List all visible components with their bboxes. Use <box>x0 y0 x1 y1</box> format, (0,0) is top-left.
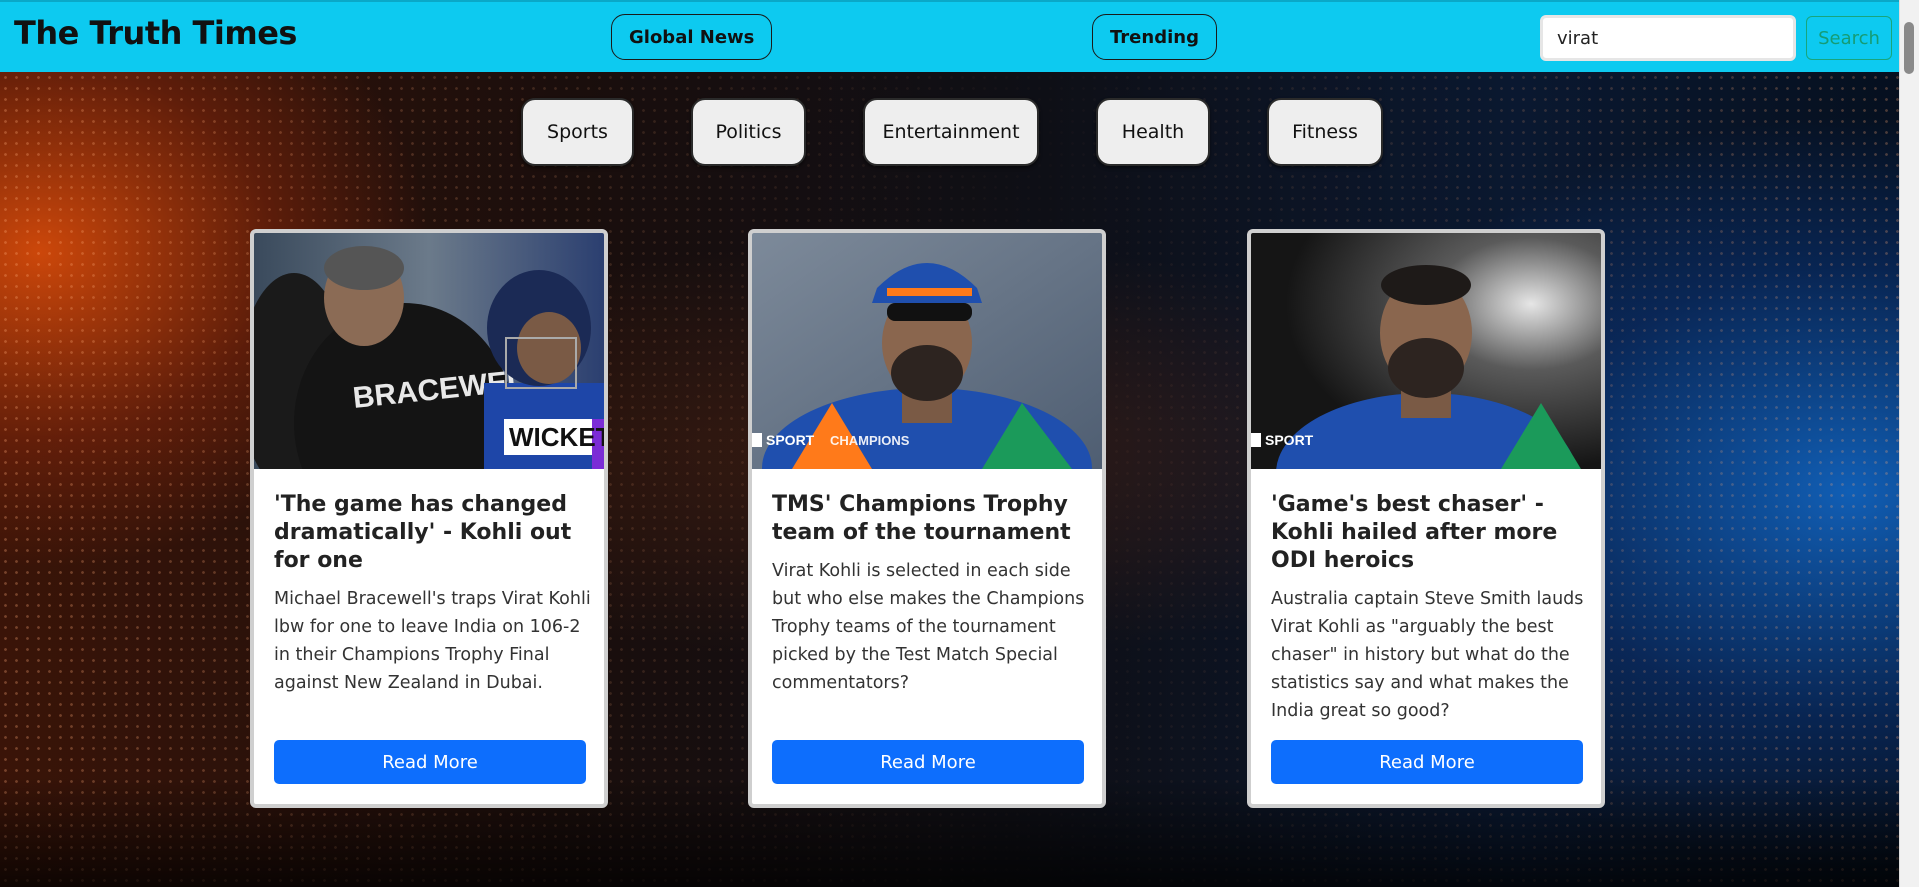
news-card-description: Virat Kohli is selected in each side but… <box>772 561 1085 693</box>
category-sports-button[interactable]: Sports <box>521 98 634 166</box>
bbc-sport-watermark: SPORT <box>1265 432 1314 448</box>
read-more-button[interactable]: Read More <box>274 740 586 784</box>
search-button[interactable]: Search <box>1806 16 1892 60</box>
news-card-title: TMS' Champions Trophy team of the tourna… <box>772 492 1071 545</box>
news-card-description: Michael Bracewell's traps Virat Kohli lb… <box>274 589 591 693</box>
category-health-button[interactable]: Health <box>1096 98 1210 166</box>
wicket-watermark: WICKET <box>509 422 604 452</box>
nav-link-trending[interactable]: Trending <box>1092 14 1217 60</box>
search-input[interactable] <box>1540 15 1796 61</box>
news-card-image: BRACEWELL WICKET <box>254 233 604 469</box>
news-card-title: 'The game has changed dramatically' - Ko… <box>274 492 572 573</box>
news-card-title: 'Game's best chaser' - Kohli hailed afte… <box>1271 492 1558 573</box>
svg-text:CHAMPIONS: CHAMPIONS <box>830 433 910 448</box>
category-politics-button[interactable]: Politics <box>691 98 806 166</box>
scrollbar-thumb[interactable] <box>1904 22 1914 74</box>
category-entertainment-button[interactable]: Entertainment <box>863 98 1039 166</box>
bbc-sport-watermark: SPORT <box>766 432 815 448</box>
news-card-image: SPORT <box>1251 233 1601 469</box>
news-card: SPORT CHAMPIONS TMS' Champions Trophy te… <box>748 229 1106 808</box>
news-card-description: Australia captain Steve Smith lauds Vira… <box>1271 589 1584 721</box>
category-fitness-button[interactable]: Fitness <box>1267 98 1383 166</box>
page-scrollbar[interactable] <box>1899 0 1919 887</box>
news-card-image: SPORT CHAMPIONS <box>752 233 1102 469</box>
read-more-button[interactable]: Read More <box>772 740 1084 784</box>
news-card: BRACEWELL WICKET 'The game has changed d… <box>250 229 608 808</box>
top-navbar: The Truth Times Global News Trending Sea… <box>0 0 1900 72</box>
read-more-button[interactable]: Read More <box>1271 740 1583 784</box>
nav-link-global-news[interactable]: Global News <box>611 14 773 60</box>
news-card: SPORT 'Game's best chaser' - Kohli haile… <box>1247 229 1605 808</box>
brand-title[interactable]: The Truth Times <box>14 14 297 52</box>
